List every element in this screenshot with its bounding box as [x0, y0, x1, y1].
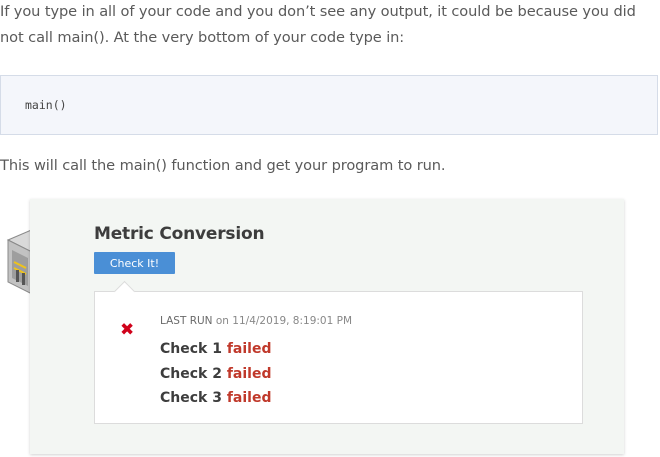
last-run-info: LAST RUN on 11/4/2019, 8:19:01 PM: [160, 315, 352, 327]
x-mark-icon: ✖: [120, 320, 135, 340]
check-results-list: Check 1 failed Check 2 failed Check 3 fa…: [160, 337, 272, 411]
check-label: Check 1: [160, 341, 222, 357]
code-snippet: main(): [25, 98, 67, 112]
last-run-label: LAST RUN: [160, 315, 213, 327]
result-caret: [113, 280, 136, 303]
check-status: failed: [226, 390, 272, 406]
code-block: main(): [0, 75, 658, 135]
check-result-row: Check 1 failed: [160, 337, 272, 362]
explanation-paragraph: This will call the main() function and g…: [0, 157, 446, 174]
check-status: failed: [226, 341, 272, 357]
check-label: Check 3: [160, 390, 222, 406]
intro-paragraph: If you type in all of your code and you …: [0, 3, 636, 46]
check-it-button[interactable]: Check It!: [94, 252, 175, 274]
result-panel: ✖ LAST RUN on 11/4/2019, 8:19:01 PM Chec…: [94, 280, 583, 424]
last-run-timestamp: on 11/4/2019, 8:19:01 PM: [215, 315, 353, 327]
exercise-card: Metric Conversion Check It! ✖ LAST RUN o…: [30, 199, 624, 454]
check-result-row: Check 3 failed: [160, 386, 272, 411]
check-status: failed: [226, 365, 272, 382]
check-result-row: Check 2 failed: [160, 362, 272, 387]
exercise-title: Metric Conversion: [94, 224, 265, 244]
check-label: Check 2: [160, 365, 222, 382]
